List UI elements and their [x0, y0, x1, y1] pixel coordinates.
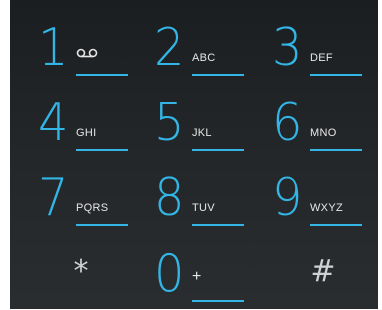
- dial-key-4[interactable]: 4 GHI: [30, 87, 140, 159]
- dial-key-0[interactable]: 0 +: [146, 238, 256, 310]
- voicemail-icon: [76, 48, 98, 58]
- dial-key-1-underline: [76, 74, 128, 76]
- dial-key-5-underline: [192, 149, 244, 151]
- dial-key-3[interactable]: 3 DEF: [264, 12, 374, 84]
- dial-key-5[interactable]: 5 JKL: [146, 87, 256, 159]
- dial-key-2-letters: ABC: [192, 52, 216, 64]
- dial-key-2-digit: 2: [154, 18, 185, 78]
- dial-key-2[interactable]: 2 ABC: [146, 12, 256, 84]
- dial-key-5-digit: 5: [154, 93, 185, 153]
- dial-key-hash[interactable]: #: [268, 238, 378, 310]
- dial-key-3-letters: DEF: [310, 52, 333, 64]
- dial-key-6-letters: MNO: [310, 127, 337, 139]
- dial-key-9-underline: [310, 224, 362, 226]
- dial-key-3-digit: 3: [272, 18, 303, 78]
- dial-key-hash-symbol: #: [310, 254, 336, 289]
- dial-key-0-letters: +: [192, 268, 202, 285]
- dial-key-4-underline: [76, 149, 128, 151]
- dial-key-8[interactable]: 8 TUV: [146, 162, 256, 234]
- dial-key-5-letters: JKL: [192, 127, 212, 139]
- dial-key-6-underline: [310, 149, 362, 151]
- dial-key-1[interactable]: 1: [30, 12, 140, 84]
- dial-key-0-digit: 0: [154, 244, 185, 304]
- dial-key-7-letters: PQRS: [76, 202, 109, 214]
- dial-key-star[interactable]: *: [26, 238, 136, 310]
- dial-key-9-digit: 9: [272, 168, 303, 228]
- dial-key-4-letters: GHI: [76, 127, 97, 139]
- dial-key-1-digit: 1: [38, 18, 69, 78]
- dial-key-4-digit: 4: [38, 93, 69, 153]
- dial-key-2-underline: [192, 74, 244, 76]
- dial-key-8-underline: [192, 224, 244, 226]
- dial-key-0-underline: [192, 300, 244, 302]
- dial-key-7-underline: [76, 224, 128, 226]
- dial-key-6[interactable]: 6 MNO: [264, 87, 374, 159]
- dial-key-3-underline: [310, 74, 362, 76]
- dial-key-8-letters: TUV: [192, 202, 215, 214]
- dial-key-8-digit: 8: [154, 168, 185, 228]
- dial-key-7[interactable]: 7 PQRS: [30, 162, 140, 234]
- dial-key-star-symbol: *: [73, 254, 89, 289]
- dial-key-6-digit: 6: [272, 93, 303, 153]
- dialpad: 1 2 ABC 3 DEF 4 GHI 5 JKL 6 MNO 7 PQRS 8…: [10, 0, 378, 309]
- dial-key-7-digit: 7: [38, 168, 69, 228]
- dial-key-9[interactable]: 9 WXYZ: [264, 162, 374, 234]
- dial-key-9-letters: WXYZ: [310, 202, 343, 214]
